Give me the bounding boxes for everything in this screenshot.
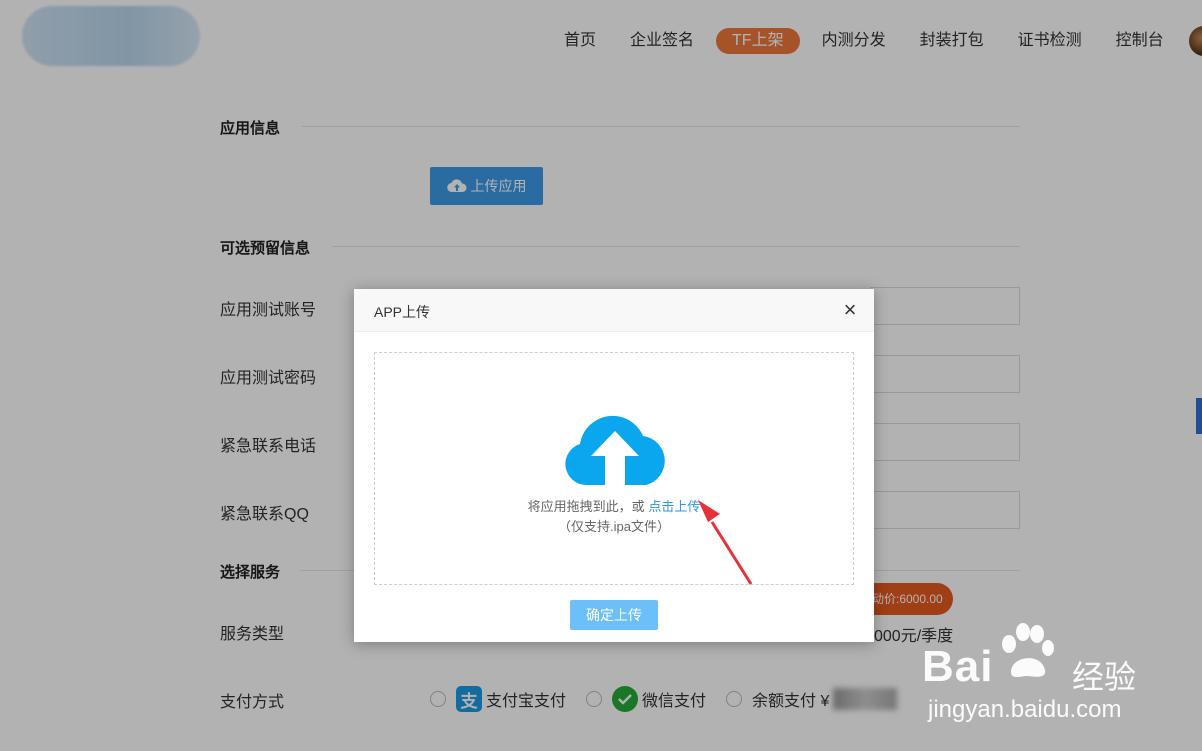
cloud-upload-icon [565, 415, 665, 485]
app-upload-modal: APP上传 × 将应用拖拽到此，或 点击上传 （仅支持.ipa文件） 确定上传 [354, 289, 874, 642]
confirm-upload-button[interactable]: 确定上传 [570, 600, 658, 630]
drop-instruction-text: 将应用拖拽到此，或 [527, 499, 645, 514]
annotation-arrow-icon [698, 500, 753, 585]
watermark-brand-suffix: 经验 [1072, 658, 1137, 696]
watermark-url: jingyan.baidu.com [928, 696, 1122, 723]
modal-header: APP上传 × [354, 289, 874, 332]
drop-instruction: 将应用拖拽到此，或 点击上传 [375, 496, 853, 515]
baidu-jingyan-watermark: Bai 经验 jingyan.baidu.com [922, 622, 1192, 732]
file-dropzone[interactable]: 将应用拖拽到此，或 点击上传 （仅支持.ipa文件） [374, 352, 854, 585]
paw-logo-icon [1002, 623, 1054, 677]
modal-title: APP上传 [374, 304, 431, 320]
close-icon[interactable]: × [838, 298, 862, 322]
watermark-brand: Bai [922, 642, 994, 691]
file-type-hint: （仅支持.ipa文件） [558, 519, 670, 534]
